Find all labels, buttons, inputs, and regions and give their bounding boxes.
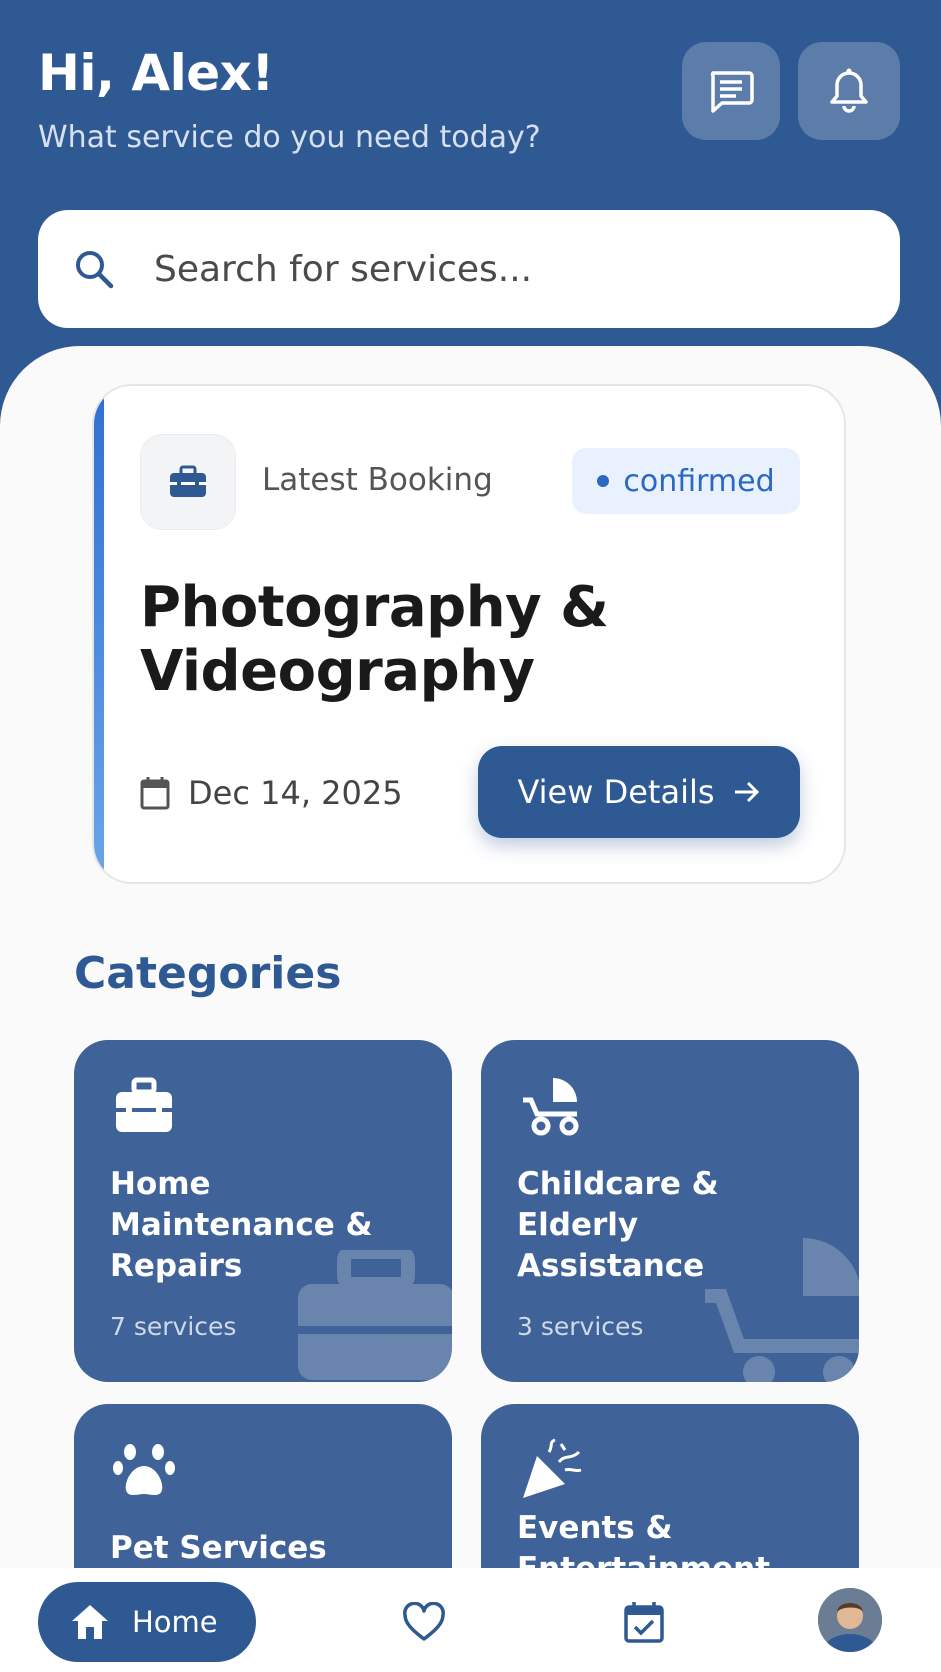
booking-title: Photography & Videography <box>140 575 609 704</box>
categories-title: Categories <box>74 948 342 999</box>
chat-icon <box>710 71 754 113</box>
card-accent-bar <box>94 386 104 882</box>
category-name: Pet Services <box>110 1530 327 1566</box>
messages-button[interactable] <box>682 42 780 140</box>
booking-date-text: Dec 14, 2025 <box>188 774 403 812</box>
briefcase-icon <box>140 434 236 530</box>
status-badge: confirmed <box>572 448 800 514</box>
home-icon <box>72 1605 108 1639</box>
greeting: Hi, Alex! <box>38 44 274 102</box>
category-home-maintenance[interactable]: Home Maintenance & Repairs 7 services <box>74 1040 452 1382</box>
search-bar[interactable] <box>38 210 900 328</box>
status-text: confirmed <box>623 463 775 499</box>
nav-bookings[interactable] <box>620 1598 668 1646</box>
booking-date: Dec 14, 2025 <box>140 774 403 812</box>
calendar-check-icon <box>624 1602 664 1643</box>
latest-booking-label: Latest Booking <box>262 462 493 498</box>
category-count: 7 services <box>110 1312 237 1341</box>
category-name: Childcare & Elderly Assistance <box>517 1166 719 1284</box>
toolbox-icon <box>116 1077 172 1132</box>
category-count: 3 services <box>517 1312 644 1341</box>
search-input[interactable] <box>154 248 854 290</box>
category-childcare-elderly[interactable]: Childcare & Elderly Assistance 3 service… <box>481 1040 859 1382</box>
notifications-button[interactable] <box>798 42 900 140</box>
search-icon <box>70 245 118 293</box>
header: Hi, Alex! What service do you need today… <box>0 0 941 400</box>
category-name: Home Maintenance & Repairs <box>110 1166 373 1284</box>
nav-favorites[interactable] <box>400 1598 448 1646</box>
heart-icon <box>403 1602 445 1641</box>
party-popper-icon <box>523 1438 582 1498</box>
profile-avatar[interactable] <box>818 1588 882 1652</box>
stroller-icon <box>523 1078 579 1136</box>
calendar-icon <box>140 777 170 810</box>
nav-home-label: Home <box>132 1605 218 1639</box>
status-dot <box>597 475 610 487</box>
bell-icon <box>830 68 868 113</box>
avatar-image <box>818 1588 882 1652</box>
subtitle: What service do you need today? <box>38 120 541 155</box>
latest-booking-card[interactable]: Latest Booking confirmed Photography & V… <box>92 384 846 884</box>
arrow-right-icon <box>734 781 759 803</box>
nav-home[interactable]: Home <box>38 1582 256 1662</box>
view-details-button[interactable]: View Details <box>478 746 800 838</box>
paw-icon <box>113 1444 175 1495</box>
bottom-nav: Home <box>0 1568 941 1672</box>
view-details-label: View Details <box>517 773 715 811</box>
